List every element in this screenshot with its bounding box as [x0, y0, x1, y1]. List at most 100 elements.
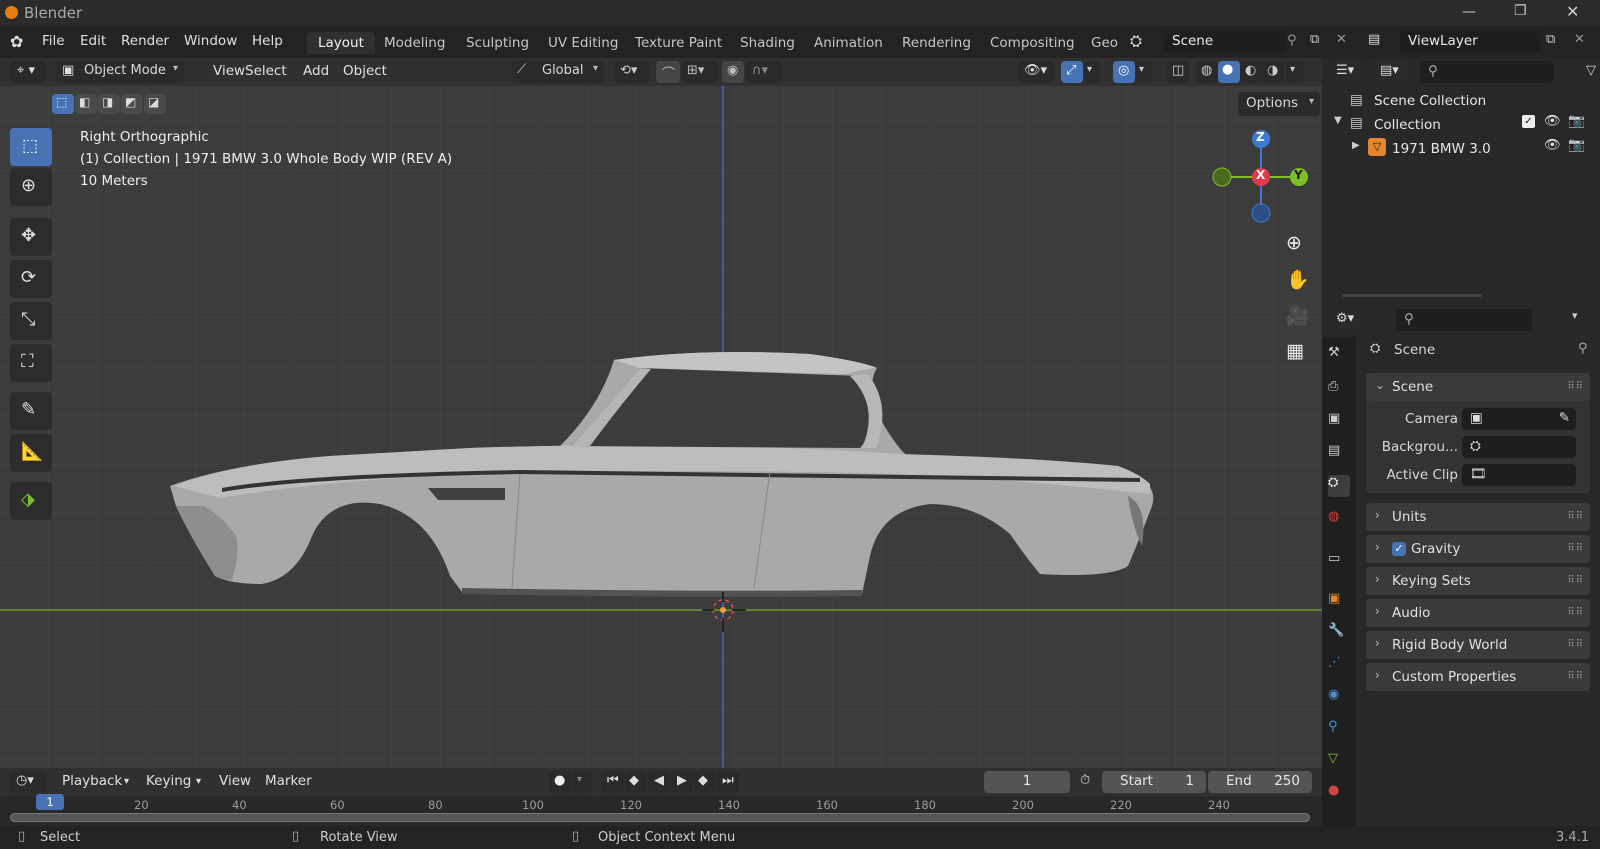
- tab-modeling[interactable]: Modeling: [373, 32, 456, 54]
- gravity-checkbox[interactable]: ✓: [1392, 542, 1406, 556]
- viewport-menu-view[interactable]: View: [213, 63, 245, 79]
- tab-texture-paint[interactable]: Texture Paint: [624, 32, 733, 54]
- start-frame-field[interactable]: Start 1: [1102, 771, 1206, 793]
- shading-dropdown[interactable]: ▾: [1286, 61, 1304, 83]
- outliner-display-mode[interactable]: ▤▾: [1374, 61, 1410, 83]
- view-layer-tab-icon[interactable]: ▤: [1328, 443, 1350, 465]
- collection-visibility-icon[interactable]: 👁: [1544, 113, 1561, 129]
- shading-solid[interactable]: ●: [1218, 61, 1240, 83]
- physics-tab-icon[interactable]: ◉: [1328, 687, 1350, 709]
- transform-orientation-dropdown[interactable]: ⟋ Global ▾: [512, 61, 604, 83]
- tab-animation[interactable]: Animation: [803, 32, 894, 54]
- perspective-toggle-icon[interactable]: ▦: [1280, 338, 1310, 368]
- tab-shading[interactable]: Shading: [729, 32, 806, 54]
- play-reverse-button[interactable]: ◀: [648, 771, 670, 793]
- tab-geo[interactable]: Geo: [1080, 32, 1129, 54]
- menu-window[interactable]: Window: [184, 33, 237, 49]
- drag-grip-icon[interactable]: ⠿⠿: [1567, 639, 1584, 650]
- tool-measure[interactable]: 📐: [10, 434, 52, 472]
- menu-help[interactable]: Help: [252, 33, 283, 49]
- tool-add-cube[interactable]: ⬗: [10, 482, 52, 520]
- timeline-scrollbar[interactable]: [10, 813, 1310, 822]
- object-mode-dropdown[interactable]: ▣ Object Mode ▾: [56, 61, 184, 83]
- eyedropper-icon[interactable]: ✎: [1559, 410, 1570, 426]
- output-tab-icon[interactable]: ▣: [1328, 411, 1350, 433]
- tool-annotate[interactable]: ✎: [10, 392, 52, 430]
- select-mode-new[interactable]: ⬚: [52, 94, 74, 114]
- expand-collection-icon[interactable]: ▼: [1334, 115, 1342, 126]
- tool-rotate[interactable]: ⟳: [10, 260, 52, 298]
- proportional-edit-toggle[interactable]: ◉: [722, 61, 744, 83]
- render-tab-icon[interactable]: ⎙: [1328, 379, 1350, 401]
- properties-editor-type[interactable]: ⚙▾: [1330, 309, 1366, 331]
- outliner-search-input[interactable]: ⚲: [1420, 61, 1554, 83]
- keying-sets-panel[interactable]: › Keying Sets ⠿⠿: [1366, 567, 1590, 595]
- blender-menu-icon[interactable]: ✿: [10, 32, 23, 51]
- drag-grip-icon[interactable]: ⠿⠿: [1567, 607, 1584, 618]
- timeline-menu-marker[interactable]: Marker: [265, 773, 312, 789]
- properties-options-dropdown[interactable]: ▾: [1572, 309, 1578, 322]
- tab-uv-editing[interactable]: UV Editing: [537, 32, 629, 54]
- drag-grip-icon[interactable]: ⠿⠿: [1567, 543, 1584, 554]
- shading-material[interactable]: ◐: [1240, 61, 1262, 83]
- drag-grip-icon[interactable]: ⠿⠿: [1567, 575, 1584, 586]
- drag-grip-icon[interactable]: ⠿⠿: [1567, 511, 1584, 522]
- minimize-icon[interactable]: —: [1462, 4, 1476, 20]
- outliner-object[interactable]: 1971 BMW 3.0: [1392, 141, 1491, 157]
- delete-viewlayer-icon[interactable]: ✕: [1574, 32, 1585, 47]
- pin-icon[interactable]: ⚲: [1578, 341, 1588, 356]
- outliner-editor-type[interactable]: ☰▾: [1330, 61, 1366, 83]
- constraints-tab-icon[interactable]: ⚲: [1328, 719, 1350, 741]
- tab-compositing[interactable]: Compositing: [979, 32, 1086, 54]
- material-tab-icon[interactable]: ●: [1328, 783, 1350, 805]
- delete-scene-icon[interactable]: ✕: [1336, 32, 1347, 47]
- tool-cursor[interactable]: ⊕: [10, 168, 52, 206]
- camera-view-icon[interactable]: 🎥: [1280, 302, 1310, 332]
- snap-target-dropdown[interactable]: ⊞▾: [682, 61, 718, 83]
- options-dropdown[interactable]: Options ▾: [1238, 92, 1320, 116]
- viewport-menu-object[interactable]: Object: [343, 63, 387, 79]
- collection-render-icon[interactable]: 📷: [1568, 113, 1585, 129]
- timeline-menu-playback[interactable]: Playback: [62, 773, 122, 789]
- collection-checkbox[interactable]: ✓: [1522, 115, 1535, 128]
- rigid-body-world-panel[interactable]: › Rigid Body World ⠿⠿: [1366, 631, 1590, 659]
- object-visibility-icon[interactable]: 👁: [1544, 137, 1561, 153]
- gravity-panel[interactable]: › ✓ Gravity ⠿⠿: [1366, 535, 1590, 563]
- select-mode-extend[interactable]: ◧: [75, 94, 97, 114]
- data-tab-icon[interactable]: ▽: [1328, 751, 1350, 773]
- properties-search-input[interactable]: ⚲: [1396, 309, 1532, 331]
- menu-render[interactable]: Render: [121, 33, 169, 49]
- drag-grip-icon[interactable]: ⠿⠿: [1567, 381, 1584, 392]
- overlays-toggle[interactable]: ◎: [1113, 61, 1135, 83]
- tool-tab-icon[interactable]: ⚒: [1328, 345, 1350, 367]
- gizmo-toggle[interactable]: ⤢: [1061, 61, 1083, 83]
- tool-select-box[interactable]: ⬚: [10, 128, 52, 166]
- pan-hand-icon[interactable]: ✋: [1280, 266, 1310, 296]
- maximize-icon[interactable]: ❐: [1514, 3, 1527, 19]
- timeline-menu-view[interactable]: View: [219, 773, 251, 789]
- custom-properties-panel[interactable]: › Custom Properties ⠿⠿: [1366, 663, 1590, 691]
- select-mode-invert[interactable]: ◩: [121, 94, 143, 114]
- viewlayer-selector-icon[interactable]: ▤: [1368, 32, 1380, 47]
- object-render-icon[interactable]: 📷: [1568, 137, 1585, 153]
- tool-scale[interactable]: ⤡: [10, 302, 52, 340]
- timeline-editor-type[interactable]: ◷▾: [10, 771, 46, 793]
- prev-keyframe-button[interactable]: ◆: [625, 771, 647, 793]
- close-icon[interactable]: ✕: [1566, 2, 1579, 21]
- tool-move[interactable]: ✥: [10, 218, 52, 256]
- collection-tab-icon[interactable]: ▭: [1328, 551, 1350, 573]
- camera-field[interactable]: ▣ ✎: [1462, 408, 1576, 430]
- play-button[interactable]: ▶: [671, 771, 693, 793]
- next-keyframe-button[interactable]: ◆: [694, 771, 716, 793]
- outliner-scrollbar[interactable]: [1342, 294, 1482, 297]
- menu-edit[interactable]: Edit: [80, 33, 106, 49]
- playhead-frame[interactable]: 1: [36, 794, 64, 810]
- timeline-ruler[interactable]: 1 20 40 60 80 100 120 140 160 180 200 22…: [0, 794, 1322, 826]
- units-panel[interactable]: › Units ⠿⠿: [1366, 503, 1590, 531]
- audio-panel[interactable]: › Audio ⠿⠿: [1366, 599, 1590, 627]
- tab-layout[interactable]: Layout: [307, 32, 375, 54]
- xray-toggle[interactable]: ◫: [1167, 61, 1189, 83]
- object-visibility-dropdown[interactable]: 👁▾: [1018, 61, 1054, 83]
- 3d-viewport[interactable]: Z X Y ⬚ ◧ ◨ ◩ ◪ Options ▾ Right Orthogra…: [0, 86, 1322, 768]
- pivot-point-dropdown[interactable]: ⟲▾: [614, 61, 650, 83]
